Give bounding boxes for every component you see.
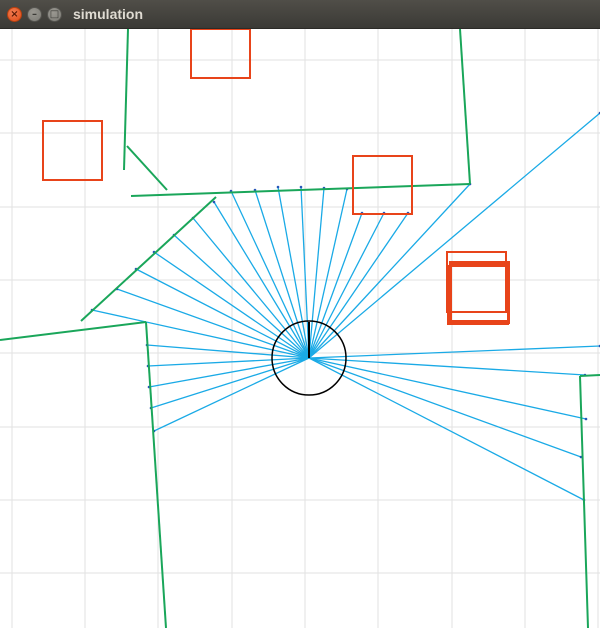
laser-ray <box>308 212 409 359</box>
wall <box>579 375 589 628</box>
robot <box>271 320 347 396</box>
wall <box>123 29 129 171</box>
laser-scan <box>90 111 600 502</box>
wall <box>459 29 471 185</box>
wall <box>126 145 168 191</box>
simulation-window: × – □ simulation <box>0 0 600 628</box>
obstacle-box <box>352 155 413 215</box>
laser-hit-point <box>276 185 280 189</box>
window-title: simulation <box>73 6 144 22</box>
laser-hit-point <box>299 185 303 189</box>
laser-hit-point <box>212 200 216 204</box>
wall <box>0 321 147 341</box>
wall <box>80 196 217 322</box>
simulation-canvas[interactable] <box>0 29 600 628</box>
obstacle-box <box>449 261 510 324</box>
obstacle-box <box>447 265 509 325</box>
laser-ray <box>230 190 310 359</box>
laser-ray <box>91 309 310 359</box>
laser-ray <box>146 344 310 359</box>
minimize-icon: – <box>32 8 37 20</box>
close-icon: × <box>10 8 19 20</box>
wall <box>145 321 167 628</box>
minimize-button[interactable]: – <box>27 7 42 22</box>
laser-ray <box>308 188 348 359</box>
laser-ray <box>135 268 310 359</box>
obstacle-box <box>190 29 251 79</box>
wall <box>579 374 600 377</box>
laser-ray <box>308 183 471 359</box>
laser-ray <box>308 357 585 501</box>
title-bar[interactable]: × – □ simulation <box>0 0 600 29</box>
maximize-button[interactable]: □ <box>47 7 62 22</box>
obstacle-box <box>42 120 103 181</box>
laser-ray <box>308 345 600 359</box>
laser-hit-point <box>584 417 588 421</box>
maximize-icon: □ <box>49 8 60 20</box>
close-button[interactable]: × <box>7 7 22 22</box>
